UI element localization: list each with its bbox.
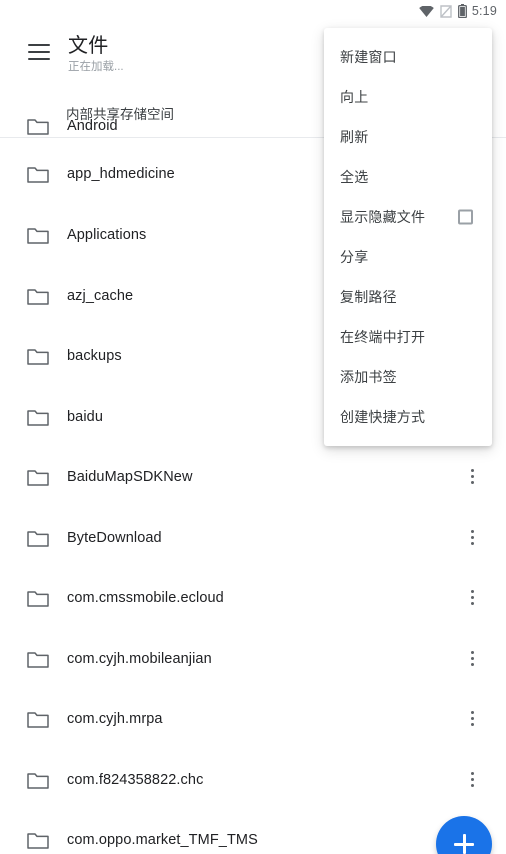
list-item-label: com.f824358822.chc: [67, 771, 204, 788]
list-item-label: com.oppo.market_TMF_TMS: [67, 831, 258, 848]
list-item-label: com.cmssmobile.ecloud: [67, 589, 224, 606]
list-item-overflow-icon[interactable]: [460, 523, 484, 553]
list-item-overflow-icon[interactable]: [460, 583, 484, 613]
list-item[interactable]: BaiduMapSDKNew: [0, 446, 506, 507]
menu-item[interactable]: 复制路径: [324, 277, 492, 317]
list-item[interactable]: com.oppo.market_TMF_TMS: [0, 809, 506, 854]
folder-icon: [27, 832, 49, 849]
list-item-overflow-icon[interactable]: [460, 704, 484, 734]
app-bar-titles: 文件 正在加载...: [68, 32, 124, 75]
list-item-label: Applications: [67, 226, 147, 243]
list-item-overflow-icon[interactable]: [460, 644, 484, 674]
folder-icon: [27, 772, 49, 789]
menu-item-checkbox[interactable]: [458, 209, 473, 225]
menu-item-label: 分享: [340, 249, 369, 265]
folder-icon: [27, 469, 49, 486]
page-title: 文件: [68, 35, 109, 57]
folder-icon: [27, 166, 49, 183]
menu-item-label: 全选: [340, 169, 369, 185]
menu-item-label: 在终端中打开: [340, 329, 426, 345]
menu-item[interactable]: 添加书签: [324, 357, 492, 397]
hamburger-menu-icon[interactable]: [16, 32, 62, 72]
loading-status-text: 正在加载...: [68, 61, 124, 73]
app-bar-main-row: 文件 正在加载...: [0, 32, 124, 75]
folder-icon: [27, 118, 49, 135]
menu-item-label: 添加书签: [340, 369, 397, 385]
list-item-label: ByteDownload: [67, 529, 162, 546]
menu-item-label: 复制路径: [340, 289, 397, 305]
list-item-label: azj_cache: [67, 287, 134, 304]
list-item-label: BaiduMapSDKNew: [67, 468, 193, 485]
menu-item-label: 刷新: [340, 129, 369, 145]
list-item-overflow-icon[interactable]: [460, 462, 484, 492]
menu-item[interactable]: 分享: [324, 237, 492, 277]
menu-item[interactable]: 创建快捷方式: [324, 397, 492, 437]
menu-item[interactable]: 向上: [324, 77, 492, 117]
list-item[interactable]: ByteDownload: [0, 507, 506, 568]
plus-icon-bar: [454, 842, 474, 846]
list-item-overflow-icon[interactable]: [460, 765, 484, 795]
breadcrumb[interactable]: 内部共享存储空间: [66, 106, 174, 124]
folder-icon: [27, 711, 49, 728]
menu-item-label: 显示隐藏文件: [340, 209, 426, 225]
folder-icon: [27, 590, 49, 607]
menu-item[interactable]: 在终端中打开: [324, 317, 492, 357]
menu-item-label: 新建窗口: [340, 49, 397, 65]
list-item-label: backups: [67, 347, 122, 364]
folder-icon: [27, 530, 49, 547]
folder-icon: [27, 348, 49, 365]
list-item[interactable]: com.cyjh.mobileanjian: [0, 628, 506, 689]
menu-item[interactable]: 新建窗口: [324, 37, 492, 77]
menu-item[interactable]: 全选: [324, 157, 492, 197]
overflow-popup-menu[interactable]: 新建窗口向上刷新全选显示隐藏文件 分享复制路径在终端中打开 添加书签创建快捷方式: [324, 28, 492, 446]
menu-item[interactable]: 刷新: [324, 117, 492, 157]
folder-icon: [27, 227, 49, 244]
menu-item[interactable]: 显示隐藏文件: [324, 197, 492, 237]
list-item-label: com.cyjh.mobileanjian: [67, 650, 212, 667]
list-item-label: app_hdmedicine: [67, 165, 175, 182]
folder-icon: [27, 409, 49, 426]
folder-icon: [27, 288, 49, 305]
list-item-label: baidu: [67, 408, 103, 425]
list-item[interactable]: com.cyjh.mrpa: [0, 688, 506, 749]
list-item[interactable]: com.cmssmobile.ecloud: [0, 567, 506, 628]
files-app-screen: Android app_hdmedicine Applications azj_cac…: [0, 0, 506, 854]
menu-item-label: 创建快捷方式: [340, 409, 426, 425]
menu-item-label: 向上: [340, 89, 369, 105]
folder-icon: [27, 651, 49, 668]
list-item-label: com.cyjh.mrpa: [67, 710, 163, 727]
list-item[interactable]: com.f824358822.chc: [0, 749, 506, 810]
